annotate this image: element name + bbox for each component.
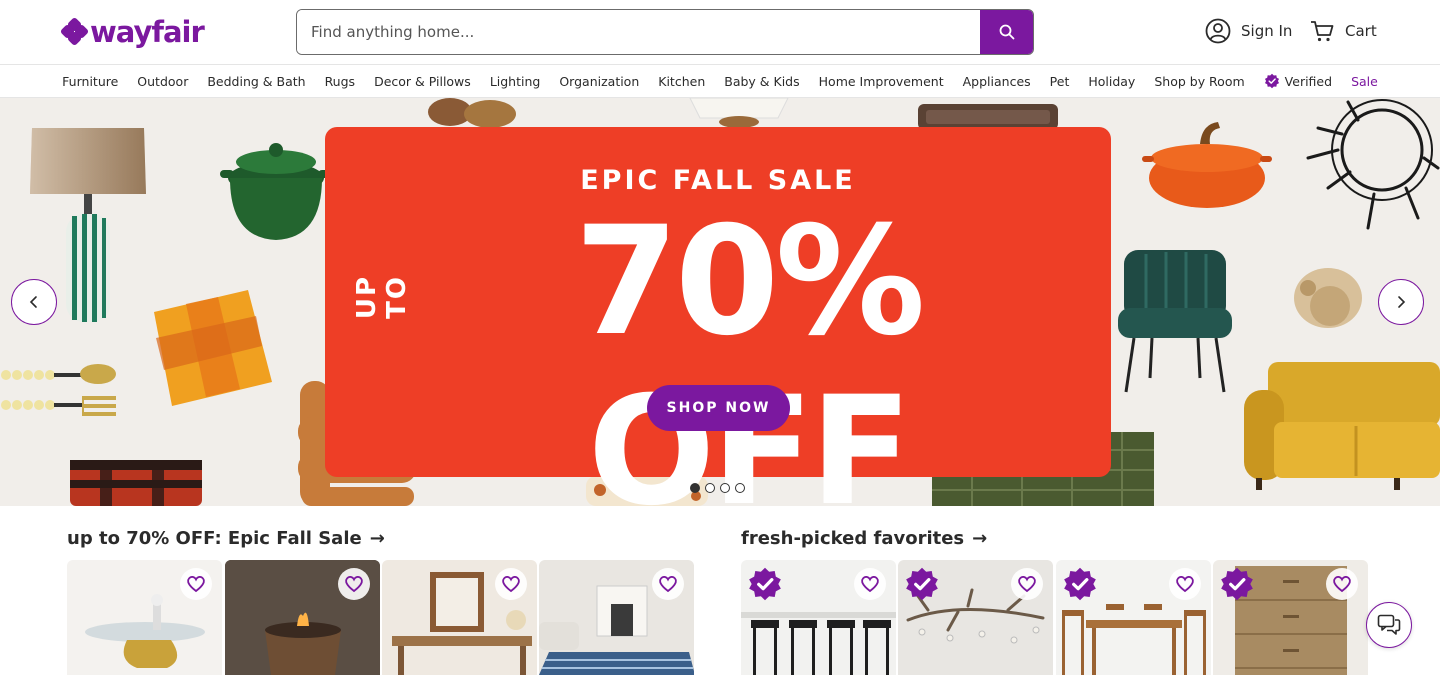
nav-item-outdoor[interactable]: Outdoor <box>137 74 188 89</box>
cart-icon <box>1311 21 1334 42</box>
promo-banner[interactable]: EPIC FALL SALE UP TO 70% OFF SHOP NOW <box>325 127 1111 506</box>
table-lamp-top-image <box>689 98 789 128</box>
nav-item-sale[interactable]: Sale <box>1351 74 1378 89</box>
search-input[interactable] <box>297 10 980 54</box>
twig-wreath-image <box>1306 99 1440 230</box>
heart-icon <box>1176 576 1194 593</box>
verified-badge-icon <box>1064 567 1096 601</box>
nav-item-bedding-bath[interactable]: Bedding & Bath <box>207 74 305 89</box>
search-icon <box>999 24 1014 40</box>
nav-item-lighting[interactable]: Lighting <box>490 74 541 89</box>
arrow-right-icon: → <box>972 528 988 549</box>
heart-icon <box>659 576 677 593</box>
favorite-button[interactable] <box>338 568 370 600</box>
plaid-blanket-image <box>70 460 202 506</box>
favorite-button[interactable] <box>1011 568 1043 600</box>
nav-item-rugs[interactable]: Rugs <box>325 74 356 89</box>
carousel-dot[interactable] <box>735 483 745 493</box>
favorite-button[interactable] <box>652 568 684 600</box>
serving-utensils-image <box>1 364 116 416</box>
teal-accent-chair-image <box>1118 250 1232 393</box>
promo-headline: 70% OFF <box>574 195 925 506</box>
nav-item-holiday[interactable]: Holiday <box>1088 74 1135 89</box>
verified-badge-icon <box>1221 567 1253 601</box>
nav-item-home-improvement[interactable]: Home Improvement <box>819 74 944 89</box>
chevron-left-icon <box>29 296 37 308</box>
section-title-label: up to 70% OFF: Epic Fall Sale <box>67 528 362 549</box>
nav-item-baby-kids[interactable]: Baby & Kids <box>724 74 799 89</box>
carousel-prev-button[interactable] <box>11 279 57 325</box>
carousel-dot[interactable] <box>720 483 730 493</box>
heart-icon <box>187 576 205 593</box>
search-button[interactable] <box>980 10 1033 54</box>
nav-item-kitchen[interactable]: Kitchen <box>658 74 705 89</box>
cart-button[interactable]: Cart <box>1309 18 1377 44</box>
favorite-button[interactable] <box>180 568 212 600</box>
orange-pillow-image <box>154 290 272 406</box>
favorite-button[interactable] <box>1169 568 1201 600</box>
verified-badge-icon <box>906 567 938 601</box>
wayfair-logo-icon <box>59 16 90 47</box>
carousel-next-button[interactable] <box>1378 279 1424 325</box>
nav-item-decor-pillows[interactable]: Decor & Pillows <box>374 74 471 89</box>
nav-item-verified[interactable]: Verified <box>1264 73 1332 89</box>
heart-icon <box>861 576 879 593</box>
product-card[interactable] <box>382 560 537 675</box>
orange-pumpkin-pot-image <box>1142 122 1272 208</box>
verified-badge-icon <box>1264 73 1279 89</box>
heart-icon <box>502 576 520 593</box>
user-icon <box>1205 18 1231 44</box>
section-title-label: fresh-picked favorites <box>741 528 965 549</box>
chat-button[interactable] <box>1366 602 1412 648</box>
arrow-right-icon: → <box>369 528 385 549</box>
hero-carousel: EPIC FALL SALE UP TO 70% OFF SHOP NOW <box>0 98 1440 506</box>
favorite-button[interactable] <box>1326 568 1358 600</box>
section-title-fresh-picked[interactable]: fresh-picked favorites → <box>741 528 987 549</box>
category-nav: Furniture Outdoor Bedding & Bath Rugs De… <box>0 64 1440 98</box>
product-card[interactable] <box>67 560 222 675</box>
heart-icon <box>345 576 363 593</box>
chat-icon <box>1377 614 1401 635</box>
nav-item-organization[interactable]: Organization <box>559 74 639 89</box>
product-card[interactable] <box>539 560 694 675</box>
carousel-dot[interactable] <box>705 483 715 493</box>
sign-in-label: Sign In <box>1241 22 1293 40</box>
verified-badge-icon <box>749 567 781 601</box>
product-card[interactable] <box>1056 560 1211 675</box>
green-dutch-oven-image <box>220 143 332 240</box>
product-card[interactable] <box>225 560 380 675</box>
favorite-button[interactable] <box>495 568 527 600</box>
nav-item-pet[interactable]: Pet <box>1050 74 1070 89</box>
search-bar <box>296 9 1034 55</box>
section-title-fall-sale[interactable]: up to 70% OFF: Epic Fall Sale → <box>67 528 385 549</box>
chevron-right-icon <box>1398 296 1406 308</box>
shop-now-button[interactable]: SHOP NOW <box>647 385 790 431</box>
carousel-dot[interactable] <box>690 483 700 493</box>
yellow-sofa-image <box>1244 362 1440 490</box>
wayfair-logo[interactable]: wayfair <box>59 14 205 50</box>
promo-eyebrow: EPIC FALL SALE <box>580 165 856 196</box>
nav-item-furniture[interactable]: Furniture <box>62 74 118 89</box>
pumpcakes-top-image <box>428 98 516 128</box>
product-card[interactable] <box>741 560 896 675</box>
carousel-dots <box>690 483 745 493</box>
nav-verified-label: Verified <box>1284 73 1333 89</box>
favorite-button[interactable] <box>854 568 886 600</box>
straw-turkey-image <box>1294 268 1362 328</box>
cart-label: Cart <box>1345 22 1377 40</box>
site-header: wayfair Sign In Cart <box>0 0 1440 64</box>
nav-item-appliances[interactable]: Appliances <box>963 74 1031 89</box>
sign-in-button[interactable]: Sign In <box>1205 18 1292 44</box>
logo-wordmark: wayfair <box>90 15 205 49</box>
heart-icon <box>1018 576 1036 593</box>
heart-icon <box>1333 576 1351 593</box>
nav-item-shop-by-room[interactable]: Shop by Room <box>1154 74 1244 89</box>
product-card[interactable] <box>1213 560 1368 675</box>
product-card[interactable] <box>898 560 1053 675</box>
